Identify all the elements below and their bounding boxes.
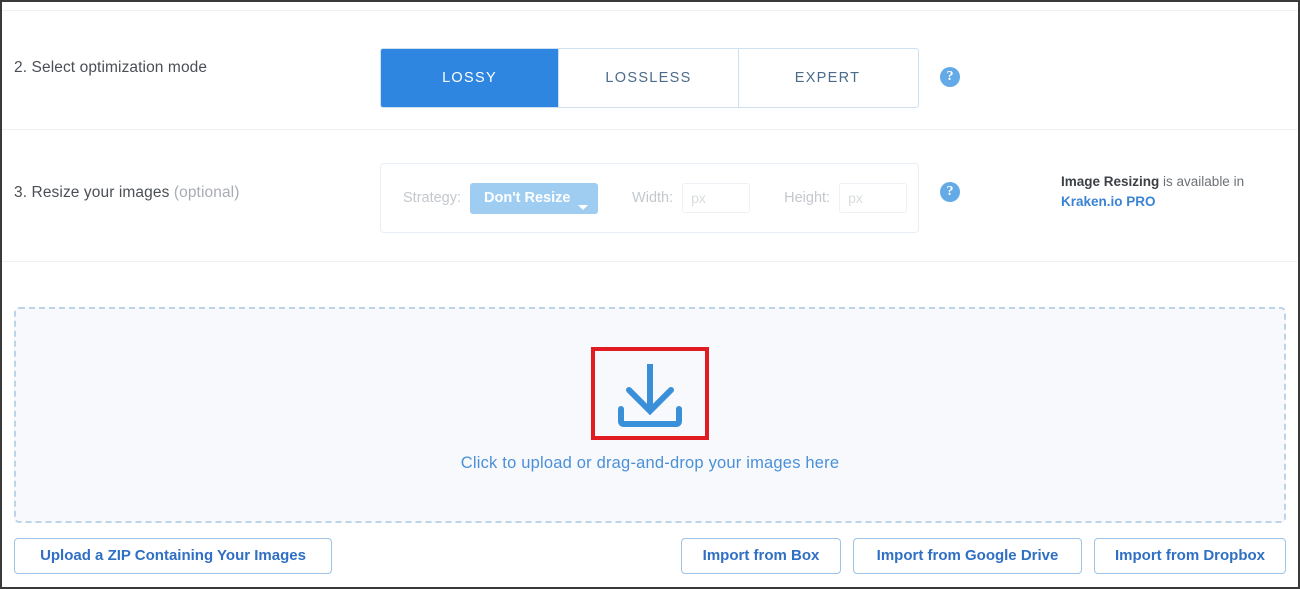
resize-strategy-value: Don't Resize [484,189,571,206]
step-2-label: 2. Select optimization mode [14,59,208,76]
upload-icon[interactable] [606,358,694,430]
download-arrow-icon [618,363,682,427]
upload-zip-button[interactable]: Upload a ZIP Containing Your Images [14,538,332,574]
dropzone-inner: Click to upload or drag-and-drop your im… [16,309,1284,521]
tab-lossy[interactable]: LOSSY [381,49,559,107]
resize-help-icon[interactable]: ? [940,182,960,202]
app-window: 2. Select optimization mode LOSSY LOSSLE… [0,0,1300,589]
height-input[interactable] [839,183,908,213]
step-3-label: 3. Resize your images (optional) [14,184,239,202]
resize-strategy-dropdown[interactable]: Don't Resize [470,182,599,214]
upload-dropzone[interactable]: Click to upload or drag-and-drop your im… [14,307,1286,523]
pro-note-feature: Image Resizing [1061,174,1160,189]
chevron-down-icon [578,204,589,210]
width-label: Width: [632,190,674,206]
import-from-box-button[interactable]: Import from Box [681,538,841,574]
width-input[interactable] [682,183,751,213]
page-content: 2. Select optimization mode LOSSY LOSSLE… [2,2,1298,587]
divider-after-resize [2,261,1298,262]
resize-options-panel: Strategy: Don't Resize Width: Height: [380,163,919,233]
tab-expert[interactable]: EXPERT [739,49,916,107]
pro-note-text: is available in [1159,174,1245,189]
optimization-mode-tabs[interactable]: LOSSY LOSSLESS EXPERT [380,48,919,108]
strategy-label: Strategy: [403,190,462,206]
pro-upsell-note: Image Resizing is available in Kraken.io… [1061,172,1281,212]
step-3-label-optional: (optional) [169,184,240,201]
dropzone-instruction-text: Click to upload or drag-and-drop your im… [460,453,840,472]
section-resize-images: 3. Resize your images (optional) Strateg… [2,130,1298,261]
tab-lossless[interactable]: LOSSLESS [559,49,739,107]
section-optimization-mode: 2. Select optimization mode LOSSY LOSSLE… [2,11,1298,129]
kraken-pro-link[interactable]: Kraken.io PRO [1061,194,1156,209]
import-from-google-drive-button[interactable]: Import from Google Drive [853,538,1082,574]
import-from-dropbox-button[interactable]: Import from Dropbox [1094,538,1286,574]
height-label: Height: [784,190,831,206]
step-3-label-main: 3. Resize your images [14,184,170,201]
optimization-mode-help-icon[interactable]: ? [940,67,960,87]
